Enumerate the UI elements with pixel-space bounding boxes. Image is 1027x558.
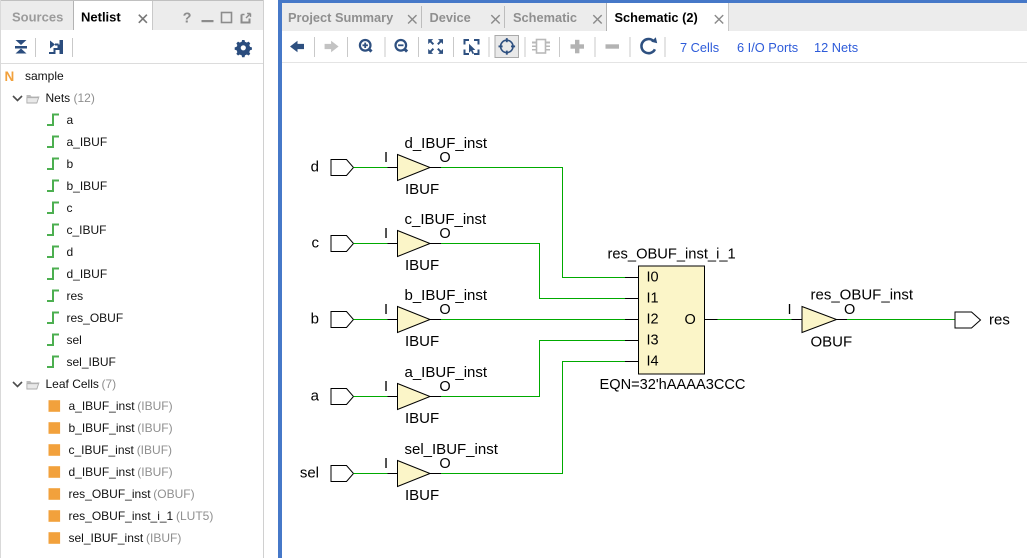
svg-text:Schematic (2): Schematic (2) [615,10,698,25]
svg-text:(LUT5): (LUT5) [176,509,213,523]
svg-text:Leaf Cells: Leaf Cells [46,377,99,391]
svg-text:d_IBUF: d_IBUF [67,267,108,281]
svg-text:Device: Device [430,10,471,25]
svg-text:?: ? [183,11,192,27]
svg-text:O: O [439,226,450,242]
svg-text:IBUF: IBUF [405,487,439,504]
svg-text:EQN=32'hAAAA3CCC: EQN=32'hAAAA3CCC [600,377,746,393]
svg-text:(7): (7) [102,377,117,391]
svg-text:res_OBUF_inst_i_1: res_OBUF_inst_i_1 [69,509,174,523]
svg-text:sel_IBUF_inst: sel_IBUF_inst [69,531,144,545]
svg-text:c: c [67,201,73,215]
svg-text:O: O [844,302,855,318]
svg-text:a_IBUF: a_IBUF [67,135,108,149]
svg-text:sel_IBUF_inst: sel_IBUF_inst [405,441,499,458]
svg-text:O: O [439,456,450,472]
svg-text:a: a [311,388,320,405]
svg-text:d_IBUF_inst: d_IBUF_inst [69,465,136,479]
svg-text:I: I [787,302,791,318]
svg-text:(IBUF): (IBUF) [146,531,181,545]
svg-text:IBUF: IBUF [405,181,439,198]
svg-text:res_OBUF_inst: res_OBUF_inst [811,287,914,304]
svg-text:res_OBUF: res_OBUF [67,311,124,325]
svg-text:Sources: Sources [12,10,63,25]
svg-text:b: b [311,311,319,328]
svg-text:a: a [67,113,74,127]
svg-text:7 Cells: 7 Cells [680,40,719,55]
svg-text:6 I/O Ports: 6 I/O Ports [737,40,798,55]
svg-text:IBUF: IBUF [405,257,439,274]
svg-text:I1: I1 [647,291,659,307]
svg-text:sel: sel [300,465,319,482]
svg-text:I0: I0 [647,270,659,286]
svg-text:b_IBUF_inst: b_IBUF_inst [69,421,136,435]
svg-text:c: c [312,235,320,252]
svg-text:OBUF: OBUF [811,334,853,351]
svg-text:O: O [439,379,450,395]
svg-text:(OBUF): (OBUF) [153,487,194,501]
svg-text:b: b [67,157,74,171]
svg-text:b_IBUF: b_IBUF [67,179,108,193]
svg-text:O: O [685,312,696,328]
svg-text:I: I [384,379,388,395]
svg-text:(IBUF): (IBUF) [137,443,172,457]
svg-text:(12): (12) [74,91,95,105]
svg-text:a_IBUF_inst: a_IBUF_inst [69,399,136,413]
svg-text:d: d [311,159,319,176]
svg-text:O: O [439,150,450,166]
svg-text:I: I [384,226,388,242]
svg-text:c_IBUF_inst: c_IBUF_inst [69,443,135,457]
svg-text:Nets: Nets [46,91,71,105]
svg-text:Schematic: Schematic [513,10,577,25]
svg-text:I: I [384,302,388,318]
svg-text:I2: I2 [647,312,659,328]
svg-text:(IBUF): (IBUF) [137,399,172,413]
svg-text:d: d [67,245,74,259]
svg-text:c_IBUF: c_IBUF [67,223,107,237]
svg-text:I4: I4 [647,354,659,370]
svg-text:sample: sample [25,69,64,83]
svg-text:res_OBUF_inst: res_OBUF_inst [69,487,152,501]
svg-text:sel: sel [67,333,82,347]
svg-text:(IBUF): (IBUF) [137,421,172,435]
svg-text:res: res [989,312,1010,329]
svg-text:N: N [5,69,15,84]
svg-text:O: O [439,302,450,318]
svg-text:I: I [384,150,388,166]
svg-text:Netlist: Netlist [81,10,121,25]
svg-text:IBUF: IBUF [405,410,439,427]
svg-text:(IBUF): (IBUF) [137,465,172,479]
svg-text:res: res [67,289,84,303]
svg-text:IBUF: IBUF [405,333,439,350]
svg-text:res_OBUF_inst_i_1: res_OBUF_inst_i_1 [608,247,736,263]
svg-text:sel_IBUF: sel_IBUF [67,355,116,369]
svg-text:12 Nets: 12 Nets [814,40,858,55]
svg-text:I: I [384,456,388,472]
svg-text:I3: I3 [647,333,659,349]
svg-text:Project Summary: Project Summary [288,10,394,25]
